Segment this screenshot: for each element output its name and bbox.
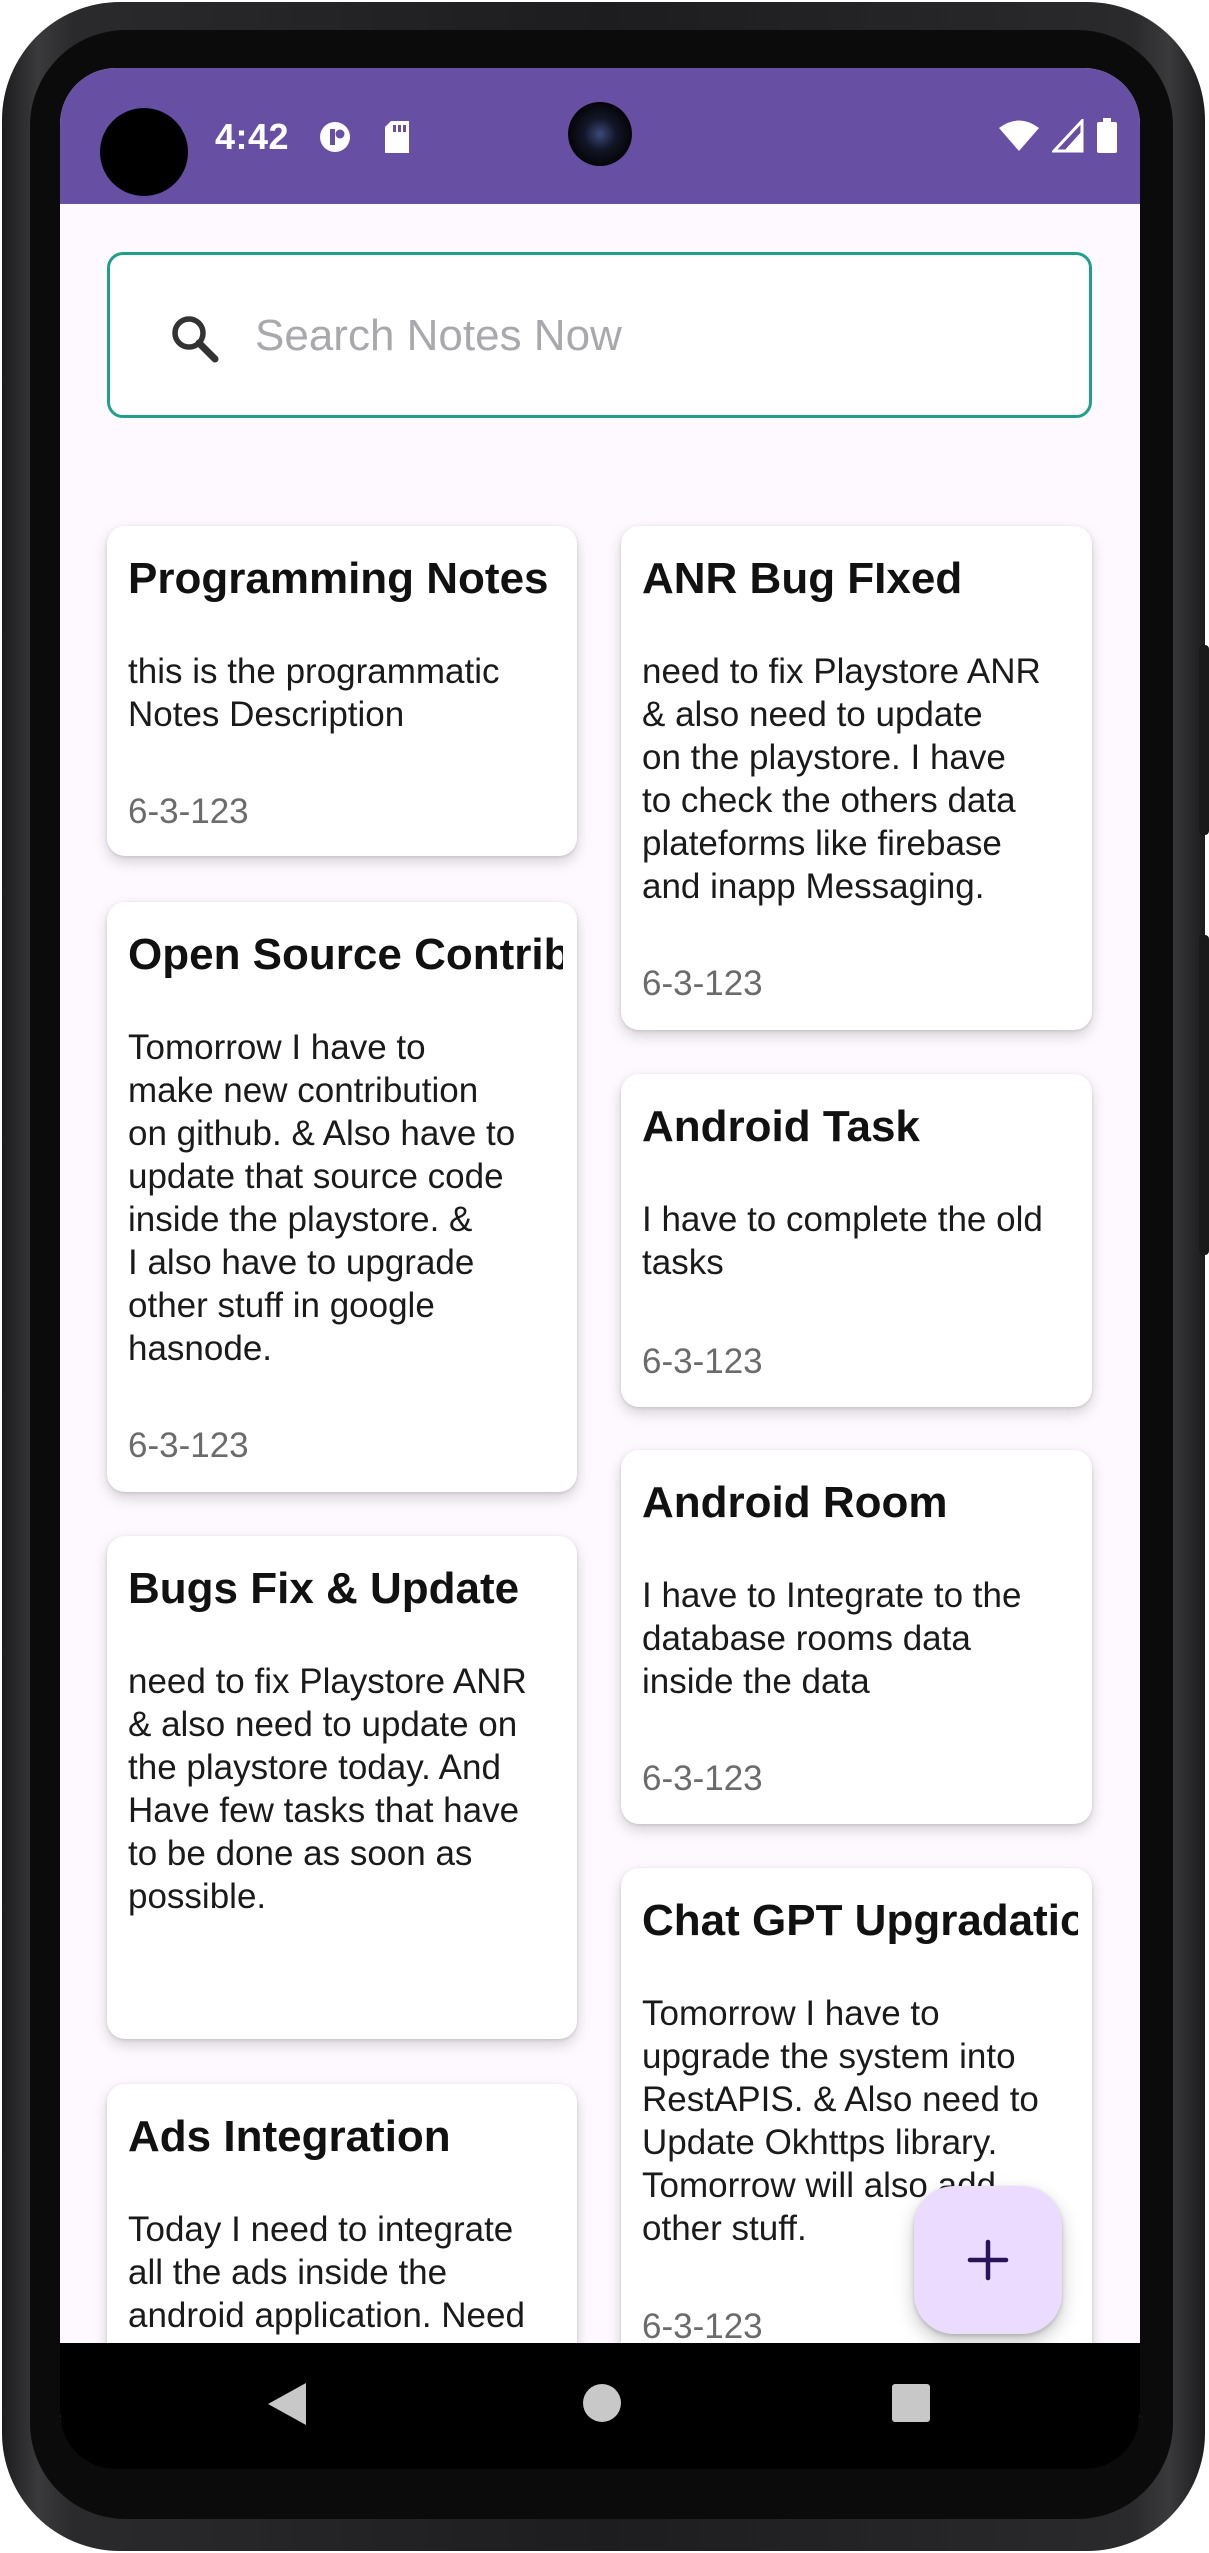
note-description: this is the programmatic Notes Descripti… xyxy=(128,652,500,734)
note-card[interactable]: Open Source Contribution Tomorrow I have… xyxy=(107,902,577,1492)
note-title: Chat GPT Upgradation xyxy=(642,1896,1078,1945)
back-triangle-icon xyxy=(268,2383,306,2425)
note-date: 6-3-123 xyxy=(128,1426,249,1465)
data-saver-icon xyxy=(318,120,352,154)
back-button[interactable] xyxy=(266,2381,308,2432)
note-title: Ads Integration xyxy=(128,2112,451,2161)
note-description: Tomorrow I have to make new contribution… xyxy=(128,1028,516,1368)
note-description: I have to complete the old tasks xyxy=(642,1200,1043,1282)
note-title: ANR Bug FIxed xyxy=(642,554,963,603)
note-title: Open Source Contribution xyxy=(128,930,563,979)
note-date: 6-3-123 xyxy=(642,1342,763,1381)
note-title: Bugs Fix & Update xyxy=(128,1564,520,1613)
notes-content: Programming Notes this is the programmat… xyxy=(60,204,1140,2403)
sd-card-icon xyxy=(380,120,414,154)
note-date: 6-3-123 xyxy=(128,792,249,831)
note-card[interactable]: Programming Notes this is the programmat… xyxy=(107,526,577,856)
status-time: 4:42 xyxy=(215,116,290,157)
note-description: need to fix Playstore ANR & also need to… xyxy=(128,1662,527,1916)
status-avatar-dot xyxy=(100,108,188,196)
battery-icon xyxy=(1096,118,1118,159)
add-note-button[interactable] xyxy=(914,2186,1062,2334)
home-circle-icon xyxy=(583,2384,621,2422)
wifi-icon xyxy=(998,119,1040,158)
note-description: need to fix Playstore ANR & also need to… xyxy=(642,652,1041,906)
note-date: 6-3-123 xyxy=(642,964,763,1003)
note-card[interactable]: ANR Bug FIxed need to fix Playstore ANR … xyxy=(621,526,1092,1030)
note-card[interactable]: Android Task I have to complete the old … xyxy=(621,1074,1092,1407)
recents-square-icon xyxy=(892,2384,930,2422)
note-title: Android Room xyxy=(642,1478,948,1527)
navigation-bar xyxy=(60,2343,1140,2469)
search-input[interactable] xyxy=(255,301,1055,371)
cellular-signal-icon xyxy=(1050,117,1084,158)
recents-button[interactable] xyxy=(891,2383,931,2428)
device-frame: 4:42 Search Notes Now Programming Notes … xyxy=(0,0,1209,2553)
screen: 4:42 Search Notes Now Programming Notes … xyxy=(60,68,1140,2468)
note-card[interactable]: Bugs Fix & Update need to fix Playstore … xyxy=(107,1536,577,2039)
plus-icon xyxy=(967,2239,1009,2281)
note-description: I have to Integrate to the database room… xyxy=(642,1576,1022,1701)
search-bar[interactable] xyxy=(107,252,1092,418)
power-button xyxy=(1199,645,1209,835)
front-camera xyxy=(568,102,632,166)
home-button[interactable] xyxy=(582,2383,622,2428)
note-title: Android Task xyxy=(642,1102,920,1151)
status-bar: 4:42 xyxy=(60,68,1140,204)
note-title: Programming Notes xyxy=(128,554,549,603)
note-date: 6-3-123 xyxy=(642,2307,763,2346)
search-icon xyxy=(172,316,219,363)
status-system-icons xyxy=(998,117,1118,159)
note-date: 6-3-123 xyxy=(642,1759,763,1798)
volume-button xyxy=(1199,935,1209,1255)
note-card[interactable]: Android Room I have to Integrate to the … xyxy=(621,1450,1092,1824)
